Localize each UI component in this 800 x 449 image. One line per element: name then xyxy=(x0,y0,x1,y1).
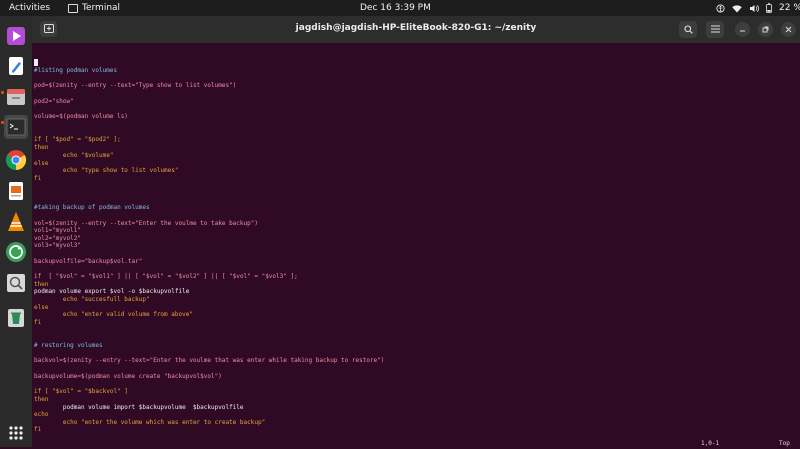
accessibility-icon xyxy=(716,3,725,13)
show-apps-button[interactable] xyxy=(4,421,28,445)
system-tray[interactable]: 22 % xyxy=(716,0,800,16)
code-line: if [ "$vol" = "$vol1" ] || [ "$vol" = "$… xyxy=(34,273,298,280)
chrome-launcher[interactable] xyxy=(4,148,28,172)
close-button[interactable] xyxy=(781,22,796,37)
magnifier-icon xyxy=(7,274,25,292)
minimize-button[interactable] xyxy=(735,22,750,37)
app-menu[interactable]: Terminal xyxy=(68,0,120,16)
window-titlebar[interactable]: jagdish@jagdish-HP-EliteBook-820-G1: ~/z… xyxy=(32,16,800,43)
vlc-launcher[interactable] xyxy=(4,210,28,234)
code-line: then xyxy=(34,144,49,151)
volume-icon xyxy=(750,4,759,12)
code-line: if [ "$pod" = "$pod2" ]; xyxy=(34,136,121,143)
code-line: fi xyxy=(34,175,42,182)
code-line: #taking backup of podman volumes xyxy=(34,204,150,211)
clock[interactable]: Dec 16 3:39 PM xyxy=(360,0,431,16)
activities-button[interactable]: Activities xyxy=(9,0,50,16)
vim-editor-content[interactable]: #listing podman volumes pod=$(zenity --e… xyxy=(34,43,794,447)
restore-icon xyxy=(762,26,769,33)
code-line: fi xyxy=(34,319,42,326)
presentation-icon xyxy=(9,182,23,200)
code-line: echo "$volume" xyxy=(34,152,114,159)
code-line: podman volume export $vol -o $backupvolf… xyxy=(34,288,190,295)
vlc-icon xyxy=(8,212,24,231)
trash-icon xyxy=(8,309,24,327)
code-line: echo "enter the volume which was enter t… xyxy=(34,419,266,426)
code-line: pod=$(zenity --entry --text="Type show t… xyxy=(34,82,237,89)
code-line: echo "succesfull backup" xyxy=(34,296,150,303)
code-line: fi xyxy=(34,426,42,433)
text-cursor xyxy=(34,59,38,66)
code-line: backupvolume=$(podman volume create "bac… xyxy=(34,373,222,380)
battery-icon xyxy=(766,3,772,13)
code-line: echo "enter valid volume from above" xyxy=(34,311,193,318)
top-bar: Activities Terminal Dec 16 3:39 PM 22 % xyxy=(0,0,800,16)
code-line: vol1="myvol1" xyxy=(34,227,81,234)
battery-percent: 22 % xyxy=(779,3,800,13)
terminal-launcher[interactable] xyxy=(4,115,28,139)
terminal-app-icon xyxy=(68,3,78,13)
scroll-position-status: Top xyxy=(779,440,790,447)
terminal-window: jagdish@jagdish-HP-EliteBook-820-G1: ~/z… xyxy=(32,16,800,447)
close-icon xyxy=(785,26,792,33)
hamburger-icon xyxy=(710,25,720,33)
files-icon xyxy=(7,89,25,105)
app-grid-icon xyxy=(9,426,23,440)
software-updater-icon xyxy=(6,242,26,262)
minimize-icon xyxy=(740,30,745,32)
trash-launcher[interactable] xyxy=(4,306,28,330)
text-editor-launcher[interactable] xyxy=(4,54,28,78)
code-line: echo xyxy=(34,411,49,418)
terminal-icon xyxy=(6,118,26,136)
menu-button[interactable] xyxy=(706,21,724,38)
code-line: volume=$(podman volume ls) xyxy=(34,113,128,120)
wifi-icon xyxy=(732,4,742,12)
cursor-position-status: 1,0-1 xyxy=(701,440,720,447)
code-line: vol3="myvol3" xyxy=(34,242,81,249)
software-updater-launcher[interactable] xyxy=(4,240,28,264)
files-launcher[interactable] xyxy=(4,85,28,109)
app-center-icon xyxy=(7,27,25,45)
text-editor-icon xyxy=(9,57,23,75)
code-line: backupvolfile="backup$vol.tar" xyxy=(34,258,143,265)
search-button[interactable] xyxy=(679,21,697,38)
image-viewer-launcher[interactable] xyxy=(4,271,28,295)
search-icon xyxy=(683,25,693,34)
code-line: then xyxy=(34,396,49,403)
chrome-icon xyxy=(5,150,27,171)
code-line: if [ "$vol" = "$backvol" ] xyxy=(34,388,128,395)
code-line: #listing podman volumes xyxy=(34,67,118,74)
maximize-button[interactable] xyxy=(758,22,773,37)
dock xyxy=(0,16,32,447)
code-line: # restoring volumes xyxy=(34,342,103,349)
impress-launcher[interactable] xyxy=(4,179,28,203)
code-line: podman volume import $backupvolume $back… xyxy=(34,404,244,411)
app-menu-label: Terminal xyxy=(82,3,121,13)
code-line: pod2="show" xyxy=(34,98,74,105)
code-line: backvol=$(zenity --entry --text="Enter t… xyxy=(34,357,385,364)
app-center-launcher[interactable] xyxy=(4,24,28,48)
code-line: echo "type show to list volumes" xyxy=(34,167,179,174)
